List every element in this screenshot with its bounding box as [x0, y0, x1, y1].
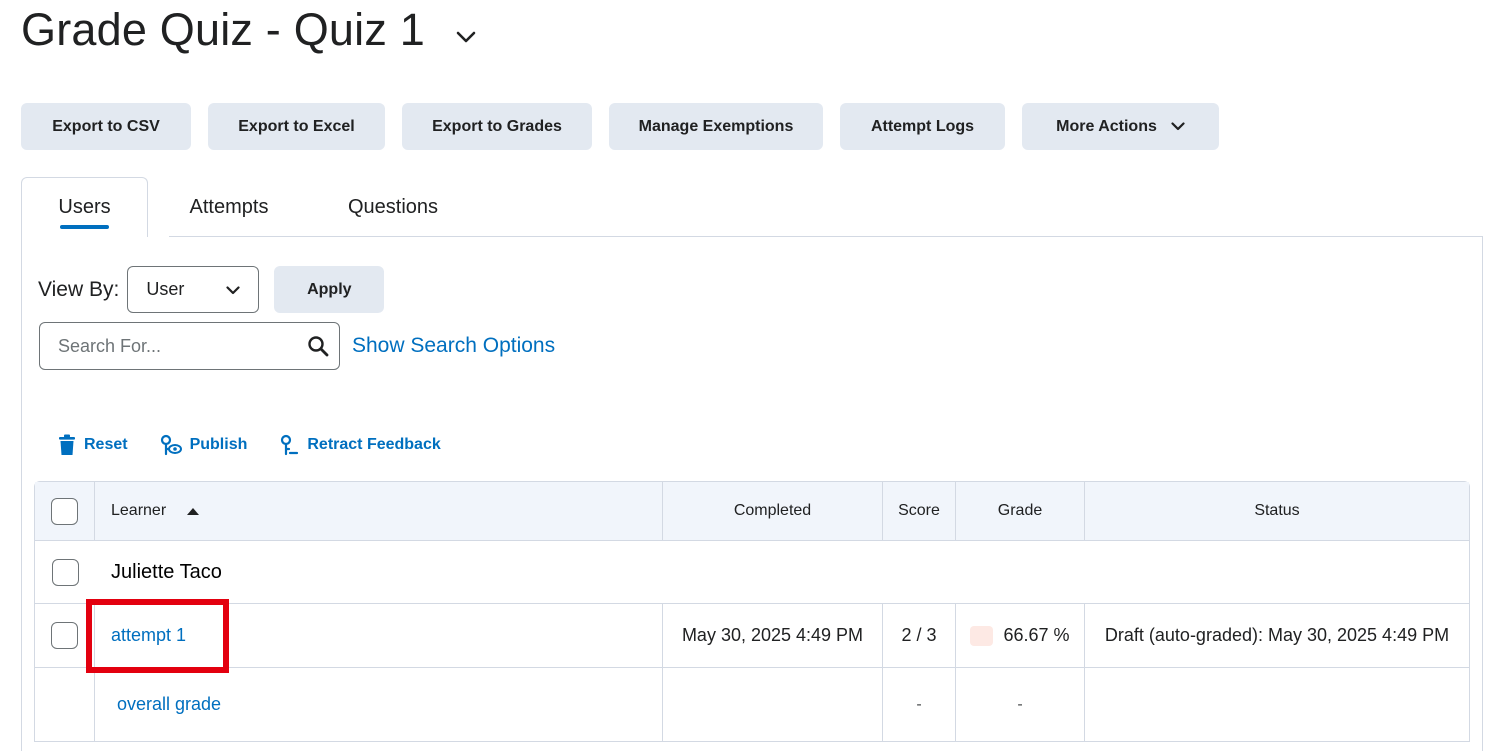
table-row: attempt 1 May 30, 2025 4:49 PM 2 / 3 66.… [35, 599, 1469, 673]
attempt-checkbox-cell [35, 604, 95, 667]
retract-feedback-button[interactable]: Retract Feedback [279, 434, 441, 456]
overall-empty-cell [35, 668, 95, 741]
panel-border [21, 236, 22, 751]
sort-ascending-icon[interactable] [186, 507, 200, 516]
attempt-completed: May 30, 2025 4:49 PM [663, 604, 883, 667]
view-by-selected: User [146, 279, 185, 299]
export-excel-button[interactable]: Export to Excel [208, 103, 385, 150]
attempt-logs-button[interactable]: Attempt Logs [840, 103, 1005, 150]
table-header-row: Learner Completed Score Grade Status [35, 482, 1469, 541]
grades-table: Learner Completed Score Grade Status Jul… [34, 481, 1470, 742]
tab-questions[interactable]: Questions [326, 177, 460, 237]
search-input[interactable] [58, 335, 288, 357]
table-row: Juliette Taco [35, 541, 1469, 604]
panel-border [1482, 236, 1483, 751]
overall-grade-link[interactable]: overall grade [117, 694, 221, 715]
chevron-down-icon [226, 279, 240, 300]
header-score: Score [883, 482, 956, 540]
action-bar: Reset Publish Retract Feedback [58, 432, 473, 458]
export-grades-button[interactable]: Export to Grades [402, 103, 592, 150]
retract-feedback-label: Retract Feedback [307, 436, 441, 453]
header-grade: Grade [956, 482, 1085, 540]
tab-active-indicator [60, 225, 109, 229]
reset-label: Reset [84, 436, 128, 453]
apply-button[interactable]: Apply [274, 266, 385, 313]
header-learner-label: Learner [111, 502, 167, 519]
attempt-score: 2 / 3 [883, 604, 956, 667]
publish-button[interactable]: Publish [160, 434, 248, 456]
attempt-grade-cell: 66.67 % [956, 604, 1085, 667]
manage-exemptions-button[interactable]: Manage Exemptions [609, 103, 823, 150]
search-icon[interactable] [307, 335, 329, 357]
tab-bar: Users Attempts Questions [21, 177, 1483, 237]
show-search-options-link[interactable]: Show Search Options [352, 334, 555, 358]
view-by-row: View By: User Apply [38, 266, 385, 313]
overall-status [1085, 668, 1469, 741]
header-status: Status [1254, 502, 1300, 519]
tab-questions-label: Questions [347, 195, 439, 218]
view-by-label: View By: [38, 277, 120, 301]
chevron-down-icon[interactable] [455, 26, 477, 48]
table-row: overall grade - - [35, 668, 1469, 742]
grade-color-swatch [970, 625, 994, 646]
publish-icon [160, 434, 182, 456]
attempt-checkbox[interactable] [51, 622, 78, 649]
tab-divider [169, 236, 1483, 237]
attempt-link[interactable]: attempt 1 [111, 625, 186, 646]
page-title: Grade Quiz - Quiz 1 [21, 4, 425, 55]
export-csv-button[interactable]: Export to CSV [21, 103, 191, 150]
view-by-select[interactable]: User [127, 266, 260, 313]
chevron-down-icon [1171, 122, 1185, 131]
attempt-status: Draft (auto-graded): May 30, 2025 4:49 P… [1104, 625, 1450, 645]
search-row: Show Search Options [39, 322, 555, 370]
overall-grade: - [956, 668, 1085, 741]
tab-attempts-label: Attempts [189, 195, 269, 218]
toolbar: Export to CSV Export to Excel Export to … [21, 103, 1219, 150]
more-actions-label: More Actions [1056, 117, 1157, 135]
retract-icon [281, 434, 299, 456]
header-checkbox-cell [35, 482, 95, 540]
user-name: Juliette Taco [111, 560, 222, 583]
attempt-cell: attempt 1 [86, 599, 663, 673]
user-checkbox-cell [35, 541, 95, 603]
trash-icon [59, 434, 75, 455]
overall-grade-value: - [1017, 695, 1023, 713]
overall-score: - [883, 668, 956, 741]
search-box [39, 322, 340, 370]
overall-score-value: - [916, 695, 922, 713]
header-learner[interactable]: Learner [95, 482, 663, 540]
user-checkbox[interactable] [51, 558, 79, 586]
tab-users-label: Users [58, 196, 111, 218]
overall-completed [663, 668, 883, 741]
tab-users[interactable]: Users [21, 177, 148, 237]
attempt-grade: 66.67 % [1003, 625, 1070, 645]
select-all-checkbox[interactable] [51, 497, 78, 525]
overall-grade-cell: overall grade [95, 668, 663, 741]
tab-attempts[interactable]: Attempts [169, 177, 289, 237]
more-actions-button[interactable]: More Actions [1022, 103, 1219, 150]
header-completed: Completed [663, 482, 883, 540]
reset-button[interactable]: Reset [58, 434, 128, 456]
title-row: Grade Quiz - Quiz 1 [21, 2, 477, 58]
publish-label: Publish [189, 436, 248, 453]
user-name-cell: Juliette Taco [95, 541, 222, 603]
